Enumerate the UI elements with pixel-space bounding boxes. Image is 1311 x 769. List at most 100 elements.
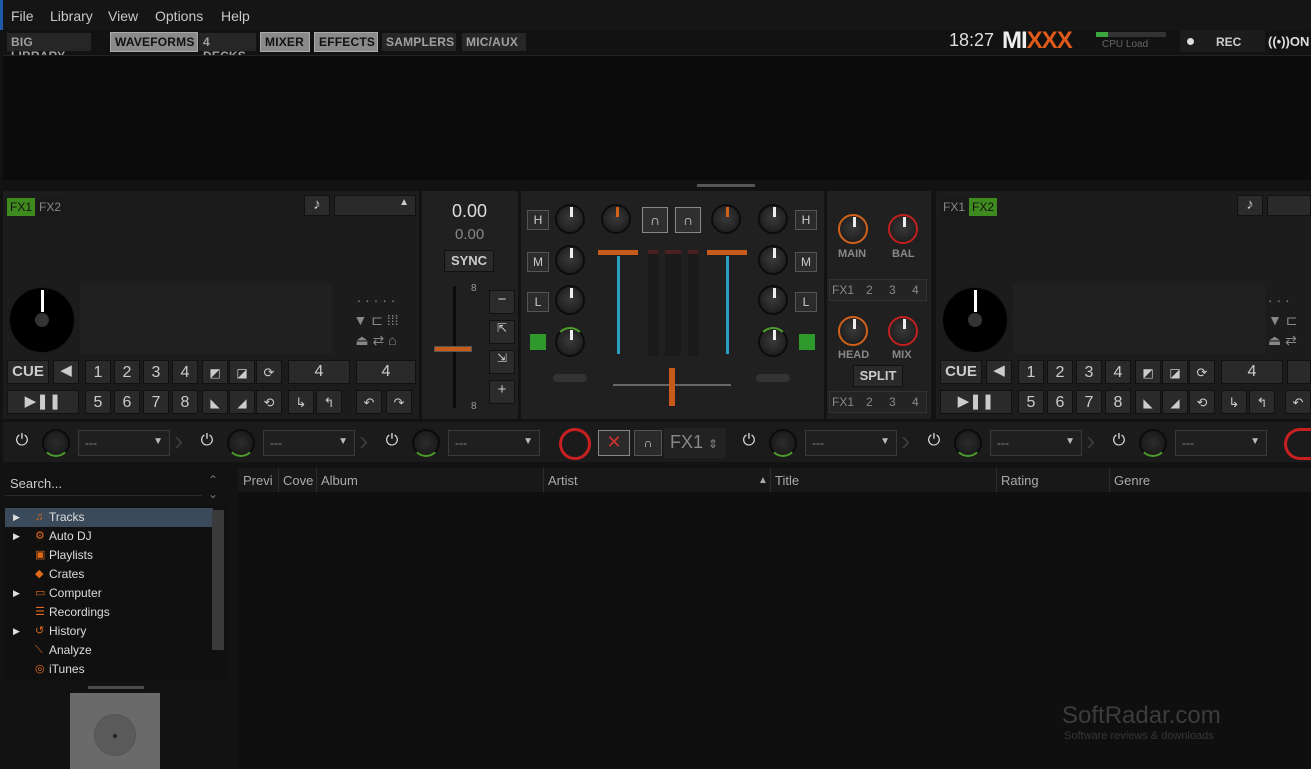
- deck1-fx2-toggle[interactable]: FX2: [36, 198, 65, 216]
- big-library-button[interactable]: BIG LIBRARY: [7, 33, 91, 63]
- deck1-key-button[interactable]: ♪: [304, 195, 330, 216]
- sidebar-splitter-handle[interactable]: [88, 686, 144, 689]
- deck1-volume-fader-handle[interactable]: [598, 250, 638, 255]
- crossfader-handle[interactable]: [669, 368, 675, 406]
- deck2-headphone-icon[interactable]: ∩: [675, 207, 701, 233]
- fx-slot2-meta-knob[interactable]: [227, 429, 255, 457]
- deck1-beatjump-size[interactable]: 4: [356, 360, 416, 384]
- deck2-orientation-slider[interactable]: [756, 374, 790, 382]
- expand-arrow-icon[interactable]: ▶: [13, 508, 20, 527]
- deck2-loop-halve-icon[interactable]: ↳: [1221, 390, 1247, 414]
- fx-slot5-power-icon[interactable]: ⏻: [922, 432, 946, 454]
- sidebar-item-computer[interactable]: ▶ ▭ Computer: [5, 584, 213, 603]
- fx-slot4-select[interactable]: --- ▼: [805, 430, 897, 456]
- deck1-reloop-icon[interactable]: ⟳: [256, 360, 282, 384]
- deck2-beatjump-back-icon[interactable]: ◣: [1135, 390, 1161, 414]
- deck2-beatjump-fwd-icon[interactable]: ◢: [1162, 390, 1188, 414]
- deck1-loop-halve-icon[interactable]: ↳: [288, 390, 314, 414]
- column-title[interactable]: Title: [775, 473, 799, 488]
- deck1-eq-high-knob[interactable]: [555, 204, 585, 234]
- deck2-hotcue-2[interactable]: 2: [1047, 360, 1073, 384]
- deck2-beatjump-size[interactable]: [1287, 360, 1311, 384]
- sidebar-item-tracks[interactable]: ▶ ♫ Tracks: [5, 508, 213, 527]
- mixer-button[interactable]: MIXER: [260, 32, 310, 52]
- deck2-fx1-toggle[interactable]: FX1: [940, 198, 969, 216]
- samplers-button[interactable]: SAMPLERS: [382, 33, 456, 51]
- fx-slot1-power-icon[interactable]: ⏻: [10, 432, 34, 454]
- deck2-loop-double-icon[interactable]: ↰: [1249, 390, 1275, 414]
- deck1-nudge-up-icon[interactable]: ⇱: [489, 320, 515, 344]
- deck1-beatjump-fwd-icon[interactable]: ◢: [229, 390, 255, 414]
- deck2-cue-button[interactable]: CUE: [940, 360, 982, 384]
- deck1-sync-button[interactable]: SYNC: [444, 250, 494, 272]
- master-fx2-toggle[interactable]: 2: [866, 283, 873, 297]
- sidebar-item-playlists[interactable]: ▣ Playlists: [5, 546, 213, 565]
- master-fx4-toggle[interactable]: 4: [912, 283, 919, 297]
- fx-slot2-power-icon[interactable]: ⏻: [195, 432, 219, 454]
- 4-decks-button[interactable]: 4 DECKS: [199, 33, 256, 63]
- split-button[interactable]: SPLIT: [853, 365, 903, 387]
- mic-aux-button[interactable]: MIC/AUX: [462, 33, 526, 51]
- deck1-cue-button[interactable]: CUE: [7, 360, 49, 384]
- fx-slot1-meta-knob[interactable]: [42, 429, 70, 457]
- fx-unit1-headphone-icon[interactable]: ∩: [634, 430, 662, 456]
- deck1-filter-knob[interactable]: [555, 327, 585, 357]
- fx-unit1-crossfade-icon[interactable]: ✕: [598, 430, 630, 456]
- sidebar-item-auto-dj[interactable]: ▶ ⚙ Auto DJ: [5, 527, 213, 546]
- head-fx4-toggle[interactable]: 4: [912, 395, 919, 409]
- deck1-pfl-indicator[interactable]: [530, 334, 546, 350]
- deck2-hotcue-7[interactable]: 7: [1076, 390, 1102, 414]
- deck1-beatjump-back-icon[interactable]: ◣: [202, 390, 228, 414]
- search-sort-icon[interactable]: ⌃ ⌄: [208, 473, 218, 501]
- deck1-loop-double-icon[interactable]: ↰: [316, 390, 342, 414]
- deck2-reverse-icon[interactable]: ◀: [986, 360, 1012, 384]
- deck2-reloop-icon[interactable]: ⟳: [1189, 360, 1215, 384]
- search-input[interactable]: Search...: [5, 470, 202, 496]
- fx-slot3-select[interactable]: --- ▼: [448, 430, 540, 456]
- head-mix-knob[interactable]: [888, 316, 918, 346]
- deck2-loop-in-icon[interactable]: ◩: [1135, 360, 1161, 384]
- fx-unit-selector[interactable]: FX1 ⇕: [664, 428, 726, 458]
- deck1-overview-waveform[interactable]: [80, 284, 332, 354]
- deck1-eq-low-knob[interactable]: [555, 285, 585, 315]
- deck1-hotcue-1[interactable]: 1: [85, 360, 111, 384]
- fx-slot6-power-icon[interactable]: ⏻: [1107, 432, 1131, 454]
- deck2-pfl-indicator[interactable]: [799, 334, 815, 350]
- deck1-gain-knob[interactable]: [601, 204, 631, 234]
- deck1-rate-slider-handle[interactable]: [434, 346, 472, 352]
- deck1-loop-size[interactable]: 4: [288, 360, 350, 384]
- fx-slot6-meta-knob[interactable]: [1139, 429, 1167, 457]
- deck1-eq-mid-knob[interactable]: [555, 245, 585, 275]
- deck2-volume-fader-handle[interactable]: [707, 250, 747, 255]
- waveform-splitter-handle[interactable]: [697, 184, 755, 187]
- deck2-key-select[interactable]: [1267, 195, 1311, 216]
- deck1-reverse-icon[interactable]: ◀: [53, 360, 79, 384]
- deck1-loop-out-icon[interactable]: ◪: [229, 360, 255, 384]
- menu-options[interactable]: Options: [155, 8, 203, 24]
- column-separator[interactable]: [278, 468, 279, 492]
- deck2-hotcue-4[interactable]: 4: [1105, 360, 1131, 384]
- head-fx2-toggle[interactable]: 2: [866, 395, 873, 409]
- deck2-hotcue-6[interactable]: 6: [1047, 390, 1073, 414]
- column-rating[interactable]: Rating: [1001, 473, 1039, 488]
- deck1-rate-minus-icon[interactable]: −: [489, 290, 515, 314]
- fx-slot5-select[interactable]: --- ▼: [990, 430, 1082, 456]
- waveform-area[interactable]: [3, 55, 1311, 180]
- deck1-hotcue-4[interactable]: 4: [172, 360, 198, 384]
- sidebar-item-itunes[interactable]: ◎ iTunes: [5, 660, 213, 679]
- master-fx3-toggle[interactable]: 3: [889, 283, 896, 297]
- sidebar-item-crates[interactable]: ◆ Crates: [5, 565, 213, 584]
- menu-view[interactable]: View: [108, 8, 138, 24]
- fx-slot3-power-icon[interactable]: ⏻: [380, 432, 404, 454]
- expand-arrow-icon[interactable]: ▶: [13, 622, 20, 641]
- deck2-key-button[interactable]: ♪: [1237, 195, 1263, 216]
- column-genre[interactable]: Genre: [1114, 473, 1150, 488]
- deck1-volume-track[interactable]: [617, 256, 620, 354]
- menu-library[interactable]: Library: [50, 8, 93, 24]
- column-separator[interactable]: [996, 468, 997, 492]
- deck2-eq-low-knob[interactable]: [758, 285, 788, 315]
- deck2-hotcue-3[interactable]: 3: [1076, 360, 1102, 384]
- deck1-fx1-toggle[interactable]: FX1: [7, 198, 36, 216]
- column-preview[interactable]: Previ: [243, 473, 273, 488]
- deck2-loop-out-icon[interactable]: ◪: [1162, 360, 1188, 384]
